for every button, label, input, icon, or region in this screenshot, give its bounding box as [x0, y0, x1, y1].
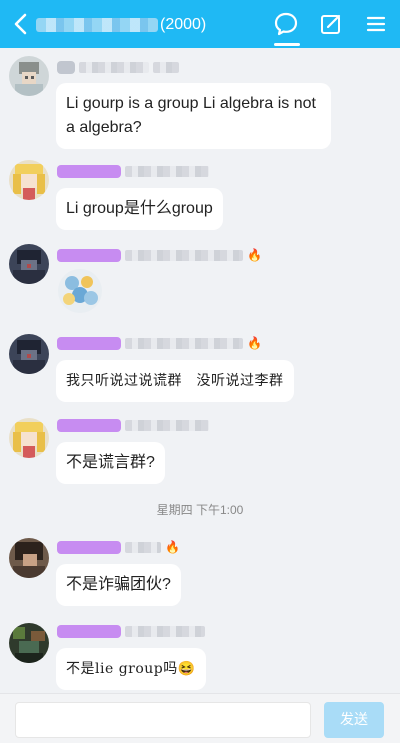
send-button[interactable]: 发送 — [324, 702, 384, 738]
avatar[interactable] — [9, 623, 49, 663]
message-bubble[interactable]: 不是谎言群? — [56, 442, 165, 484]
edit-button[interactable] — [317, 10, 345, 38]
message-bubble[interactable]: Li gourp is a group Li algebra is not a … — [56, 83, 331, 149]
fire-icon: 🔥 — [247, 248, 262, 262]
sender-name — [57, 60, 179, 74]
avatar[interactable] — [9, 334, 49, 374]
message-bubble[interactable]: 不是诈骗团伙? — [56, 564, 181, 606]
menu-button[interactable] — [362, 10, 390, 38]
fire-icon: 🔥 — [247, 336, 262, 350]
sender-name — [57, 164, 209, 178]
sender-name — [57, 418, 209, 432]
avatar[interactable] — [9, 160, 49, 200]
message-text: 不是lie group吗 — [66, 661, 178, 677]
message-timestamp: 星期四 下午1:00 — [156, 503, 244, 517]
chat-header: (2000) — [0, 0, 400, 48]
group-name-redacted — [36, 18, 158, 32]
message-bubble[interactable]: 不是lie group吗😆 — [56, 648, 206, 690]
message-bubble[interactable]: Li group是什么group — [56, 188, 223, 230]
avatar[interactable] — [9, 538, 49, 578]
chevron-left-icon — [14, 13, 27, 35]
message-bubble[interactable]: 我只听说过说谎群 没听说过李群 — [56, 360, 294, 402]
message-input[interactable] — [15, 702, 311, 738]
sender-name — [57, 624, 205, 638]
edit-icon — [321, 14, 341, 34]
avatar[interactable] — [9, 56, 49, 96]
laughing-emoji-icon: 😆 — [177, 661, 196, 677]
sticker-icon[interactable] — [57, 268, 103, 314]
avatar[interactable] — [9, 418, 49, 458]
avatar[interactable] — [9, 244, 49, 284]
chat-bubble-icon — [274, 12, 298, 36]
group-title[interactable]: (2000) — [36, 12, 206, 38]
active-tab-indicator — [274, 43, 300, 46]
sender-name: 🔥 — [57, 540, 180, 554]
chat-tab-button[interactable] — [272, 10, 300, 38]
hamburger-menu-icon — [366, 16, 386, 32]
sender-name: 🔥 — [57, 248, 262, 262]
message-input-bar: 发送 — [0, 693, 400, 743]
sender-name: 🔥 — [57, 336, 262, 350]
back-button[interactable] — [10, 11, 32, 37]
group-member-count: (2000) — [160, 16, 207, 33]
fire-icon: 🔥 — [165, 540, 180, 554]
